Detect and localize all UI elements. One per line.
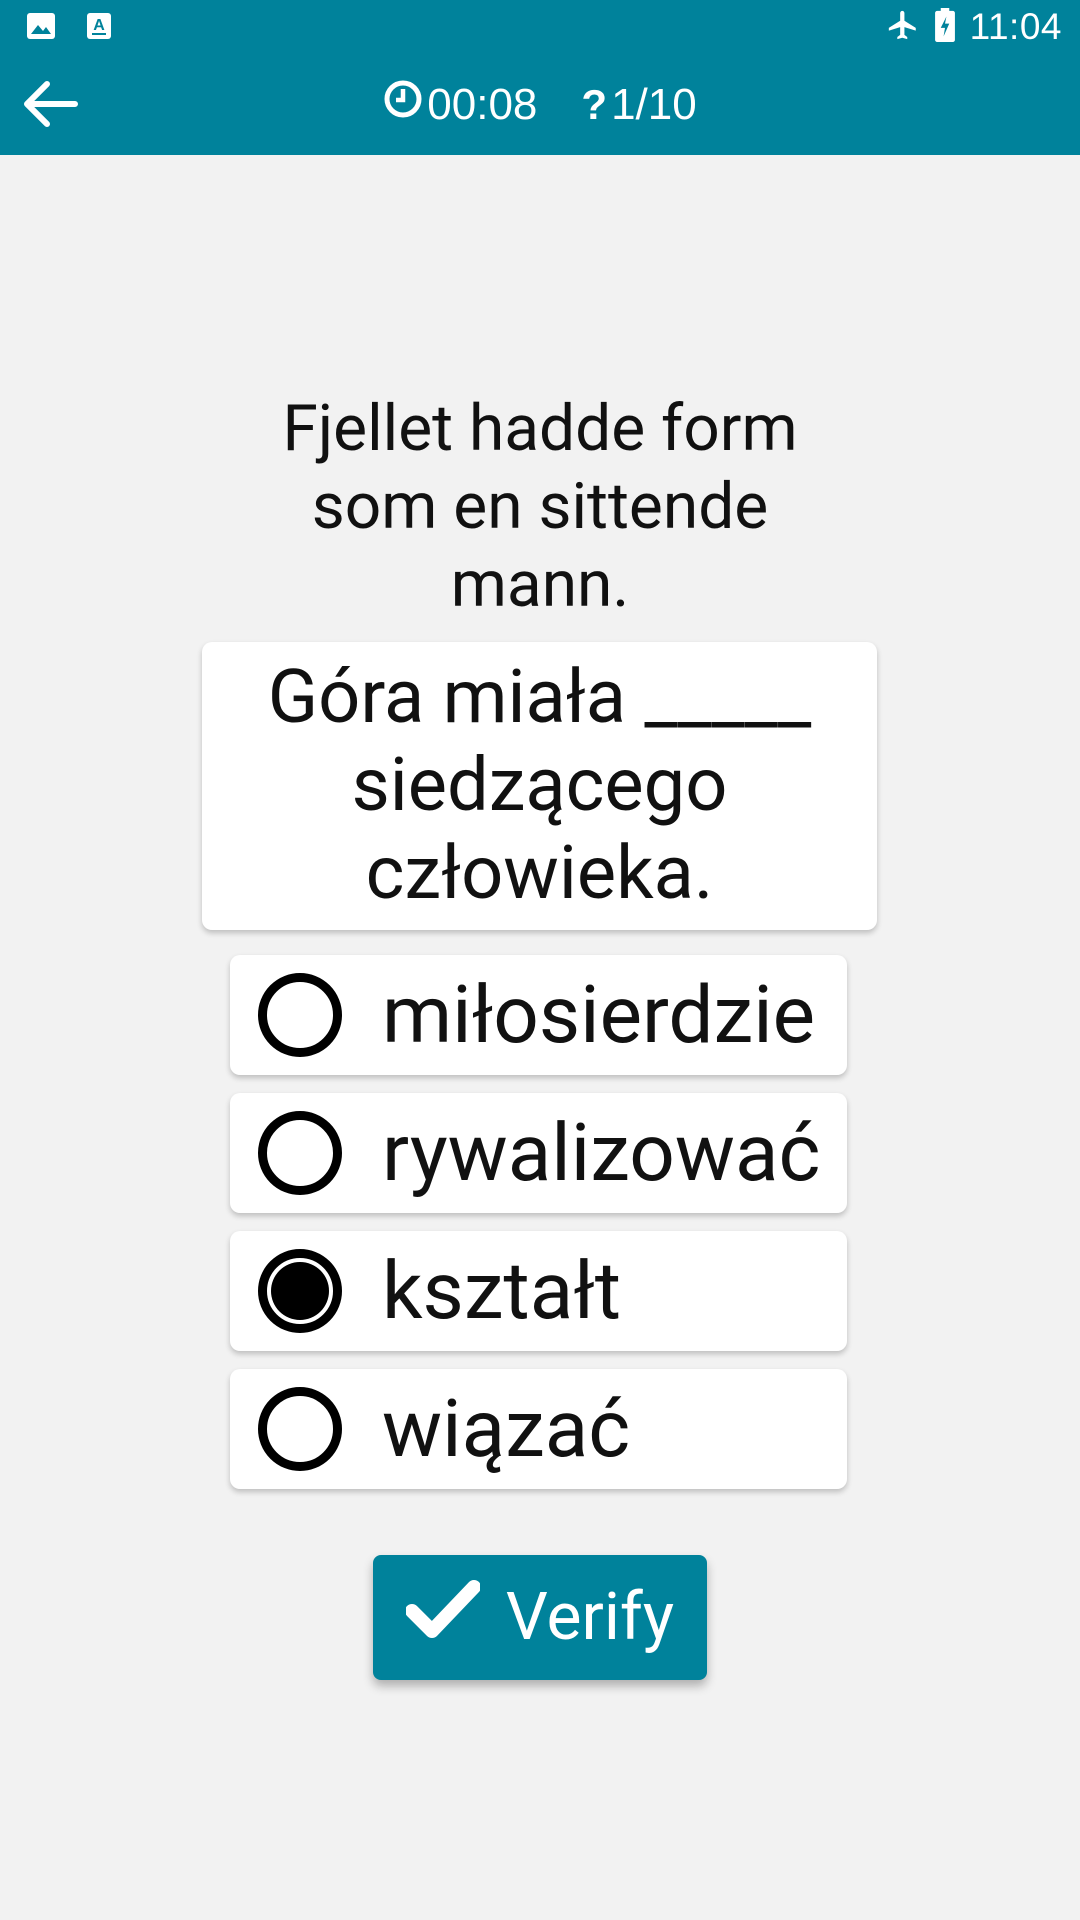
svg-text:A: A: [93, 17, 105, 34]
option-3[interactable]: kształt: [230, 1231, 847, 1351]
verify-label: Verify: [505, 1579, 675, 1656]
option-4[interactable]: wiązać: [230, 1369, 847, 1489]
progress-value: 1/10: [611, 79, 697, 129]
option-2[interactable]: rywalizować: [230, 1093, 847, 1213]
back-arrow-icon: [21, 79, 79, 133]
timer-value: 00:08: [427, 79, 538, 129]
question-prompt: Fjellet hadde form som en sittende mann.: [282, 391, 798, 622]
radio-button-selected[interactable]: [258, 1249, 342, 1333]
airplane-icon: [886, 8, 920, 46]
verify-button[interactable]: Verify: [373, 1555, 707, 1680]
option-label: rywalizować: [382, 1106, 821, 1200]
status-time: 11:04: [969, 6, 1062, 47]
question-progress: ? 1/10: [581, 80, 696, 130]
image-icon: [26, 12, 56, 44]
option-label: wiązać: [382, 1382, 631, 1476]
back-button[interactable]: [18, 74, 82, 138]
option-1[interactable]: miłosierdzie: [230, 955, 847, 1075]
checkmark-icon: [404, 1579, 481, 1656]
status-bar: A 11:04: [0, 0, 1080, 54]
app-bar: 00:08 ? 1/10: [0, 54, 1080, 155]
option-label: kształt: [382, 1244, 622, 1338]
sentence-text: Góra miała _____ siedzącego człowieka.: [267, 654, 812, 917]
clock-icon: [383, 79, 423, 130]
keyboard-a-icon: A: [86, 12, 112, 44]
timer: 00:08: [383, 79, 537, 130]
radio-button[interactable]: [258, 1387, 342, 1471]
sentence-card: Góra miała _____ siedzącego człowieka.: [202, 642, 877, 930]
battery-charging-icon: [934, 8, 956, 46]
radio-button[interactable]: [258, 1111, 342, 1195]
radio-button[interactable]: [258, 973, 342, 1057]
question-mark-icon: ?: [581, 80, 608, 128]
quiz-info: 00:08 ? 1/10: [0, 54, 1080, 155]
option-label: miłosierdzie: [382, 968, 816, 1062]
